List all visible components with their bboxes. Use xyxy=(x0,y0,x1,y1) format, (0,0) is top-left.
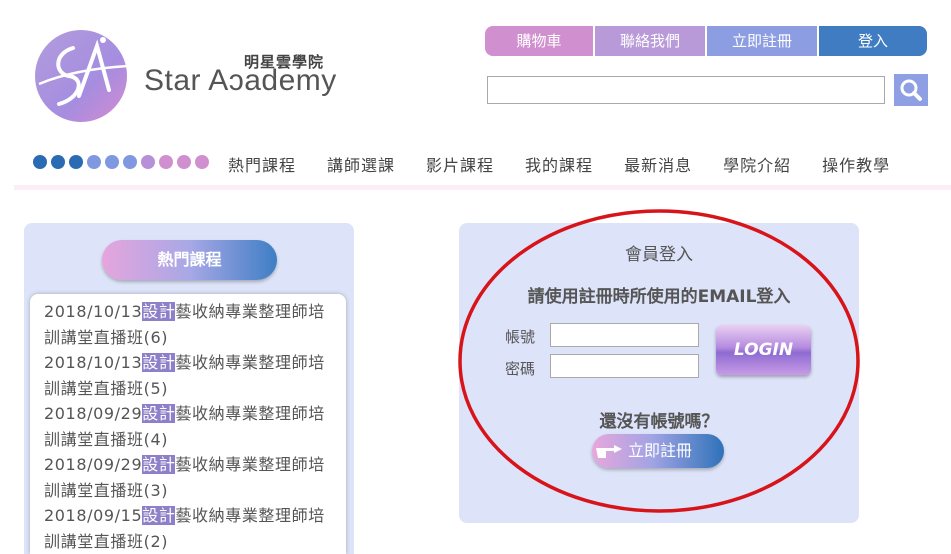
search-input[interactable] xyxy=(487,76,885,104)
decorative-dot xyxy=(87,155,101,169)
login-button[interactable]: 登入 xyxy=(819,26,927,56)
nav-tutorial[interactable]: 操作教學 xyxy=(822,152,890,176)
decorative-dot xyxy=(141,155,155,169)
nav-divider xyxy=(14,185,951,190)
course-tag: 設計 xyxy=(142,455,176,474)
main-navigation: 熱門課程 講師選課 影片課程 我的課程 最新消息 學院介紹 操作教學 xyxy=(228,152,921,176)
decorative-dots xyxy=(33,155,209,169)
course-item[interactable]: 2018/09/29設計藝收納專業整理師培 訓講堂直播班(3) xyxy=(44,452,332,503)
decorative-dot xyxy=(33,155,47,169)
nav-teacher-courses[interactable]: 講師選課 xyxy=(327,152,395,176)
nav-latest-news[interactable]: 最新消息 xyxy=(624,152,692,176)
course-item[interactable]: 2018/10/13設計藝收納專業整理師培 訓講堂直播班(5) xyxy=(44,350,332,401)
course-tag: 設計 xyxy=(142,506,176,525)
top-navigation: 購物車 聯絡我們 立即註冊 登入 xyxy=(485,26,927,56)
nav-video-courses[interactable]: 影片課程 xyxy=(426,152,494,176)
course-item[interactable]: 2018/10/13設計藝收納專業整理師培 訓講堂直播班(6) xyxy=(44,299,332,350)
login-title: 會員登入 xyxy=(625,245,693,265)
decorative-dot xyxy=(105,155,119,169)
decorative-dot xyxy=(159,155,173,169)
decorative-dot xyxy=(195,155,209,169)
login-instructions: 請使用註冊時所使用的EMAIL登入 xyxy=(527,287,791,307)
register-now-label: 立即註冊 xyxy=(628,441,693,460)
course-tag: 設計 xyxy=(142,302,176,321)
pointing-hand-icon xyxy=(596,445,622,458)
decorative-dot xyxy=(69,155,83,169)
search-icon xyxy=(900,79,922,101)
brand-name-english: Star Aɔademy xyxy=(144,64,337,97)
contact-us-button[interactable]: 聯絡我們 xyxy=(595,26,707,56)
cart-button[interactable]: 購物車 xyxy=(485,26,595,56)
account-field[interactable] xyxy=(550,323,699,347)
hot-courses-list[interactable]: 2018/10/13設計藝收納專業整理師培 訓講堂直播班(6) 2018/10/1… xyxy=(30,294,346,554)
search-button[interactable] xyxy=(894,74,928,106)
no-account-prompt: 還沒有帳號嗎？ xyxy=(599,412,719,432)
register-button[interactable]: 立即註冊 xyxy=(707,26,819,56)
login-submit-button[interactable]: LOGIN xyxy=(716,325,811,375)
course-tag: 設計 xyxy=(142,353,176,372)
star-academy-logo[interactable] xyxy=(33,26,133,122)
hot-courses-header-button[interactable]: 熱門課程 xyxy=(102,240,277,280)
decorative-dot xyxy=(177,155,191,169)
password-field[interactable] xyxy=(550,354,699,378)
nav-my-courses[interactable]: 我的課程 xyxy=(525,152,593,176)
course-item[interactable]: 2018/09/15設計藝收納專業整理師培 訓講堂直播班(2) xyxy=(44,503,332,554)
nav-hot-courses[interactable]: 熱門課程 xyxy=(228,152,296,176)
nav-about-academy[interactable]: 學院介紹 xyxy=(723,152,791,176)
course-tag: 設計 xyxy=(142,404,176,423)
course-item[interactable]: 2018/09/29設計藝收納專業整理師培 訓講堂直播班(4) xyxy=(44,401,332,452)
password-label: 密碼 xyxy=(505,360,536,378)
decorative-dot xyxy=(51,155,65,169)
register-now-button[interactable]: 立即註冊 xyxy=(592,434,724,468)
account-label: 帳號 xyxy=(505,328,536,346)
decorative-dot xyxy=(123,155,137,169)
